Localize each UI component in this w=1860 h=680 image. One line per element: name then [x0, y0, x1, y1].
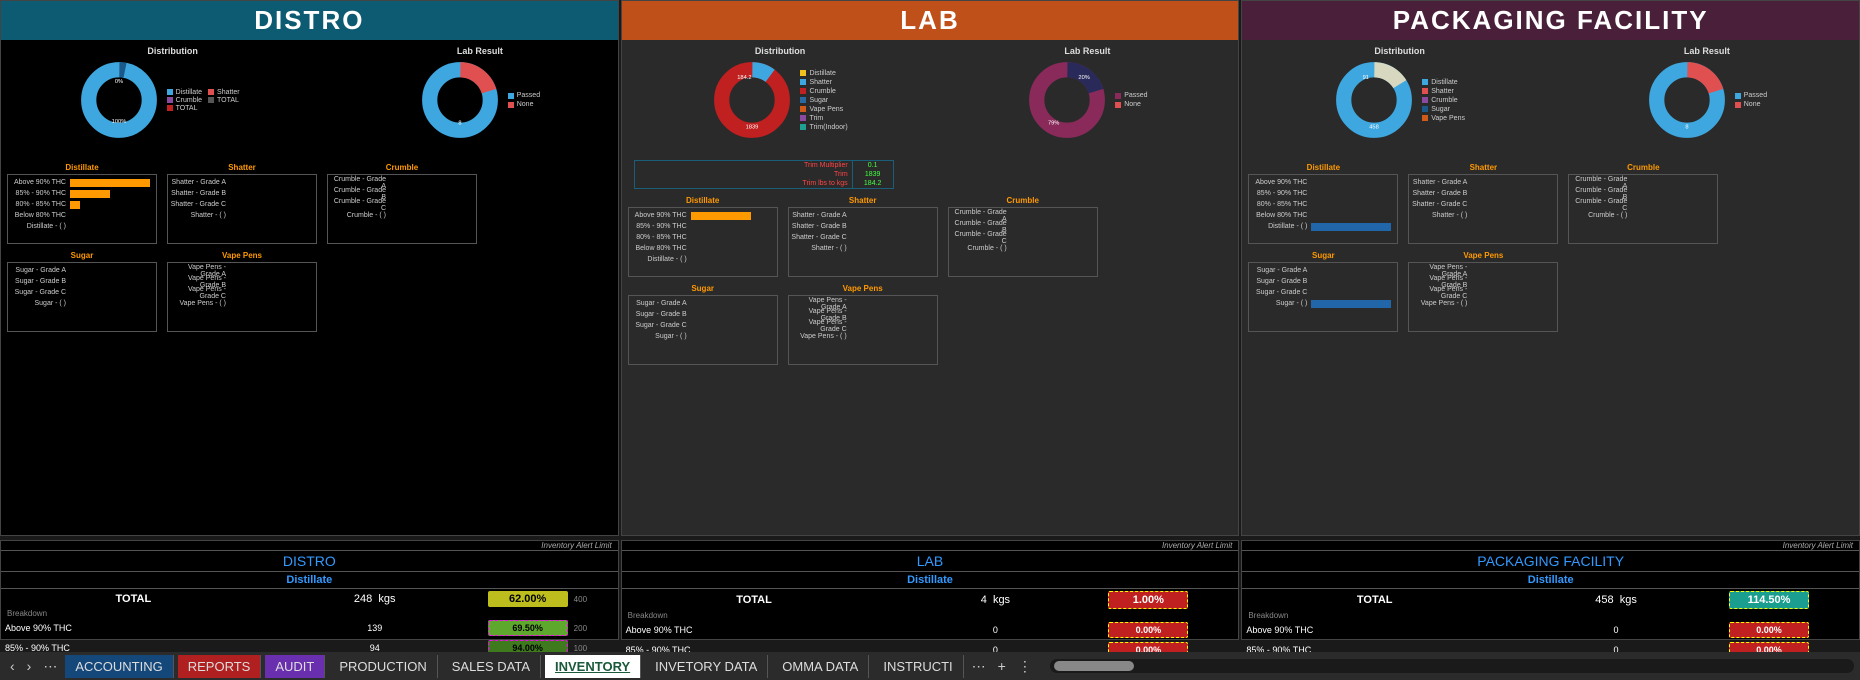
- svg-text:1839: 1839: [746, 125, 759, 131]
- svg-text:8: 8: [458, 121, 461, 127]
- svg-text:458: 458: [1369, 125, 1379, 131]
- donut-icon: 20% 79%: [1027, 60, 1107, 140]
- svg-text:0%: 0%: [114, 79, 122, 85]
- barchart-vapepens-pkg: Vape Pens Vape Pens - Grade A Vape Pens …: [1408, 262, 1558, 332]
- panel-lab: LAB Distribution 184.2 1839 Distillate: [621, 0, 1240, 536]
- tab-ommadata[interactable]: OMMA DATA: [772, 655, 869, 678]
- tab-production[interactable]: PRODUCTION: [329, 655, 437, 678]
- donut-icon: 91 458: [1334, 60, 1414, 140]
- tabs-overflow-icon[interactable]: ⋯: [968, 658, 990, 675]
- tab-inventorydata[interactable]: INVETORY DATA: [645, 655, 768, 678]
- tab-audit[interactable]: AUDIT: [265, 655, 325, 678]
- barchart-distillate: Distillate Above 90% THC 85% - 90% THC 8…: [7, 174, 157, 244]
- chart-labresult-lab: Lab Result 20% 79% Passed None: [1027, 46, 1147, 140]
- tab-reports[interactable]: REPORTS: [178, 655, 262, 678]
- nav-more-icon[interactable]: ⋯: [39, 658, 61, 675]
- donut-icon: 8: [1647, 60, 1727, 140]
- barchart-vapepens: Vape Pens Vape Pens - Grade A Vape Pens …: [167, 262, 317, 332]
- panel-title-distro: DISTRO: [1, 1, 618, 40]
- donut-icon: 0% 100%: [79, 60, 159, 140]
- horizontal-scrollbar[interactable]: [1050, 659, 1854, 673]
- barchart-crumble-pkg: Crumble Crumble - Grade A Crumble - Grad…: [1568, 174, 1718, 244]
- barchart-crumble-lab: Crumble Crumble - Grade A Crumble - Grad…: [948, 207, 1098, 277]
- panel-packaging: PACKAGING FACILITY Distribution 91 458 D…: [1241, 0, 1860, 536]
- barchart-shatter: Shatter Shatter - Grade A Shatter - Grad…: [167, 174, 317, 244]
- barchart-vapepens-lab: Vape Pens Vape Pens - Grade A Vape Pens …: [788, 295, 938, 365]
- chart-distribution-packaging: Distribution 91 458 Distillate Shatter C…: [1334, 46, 1465, 140]
- donut-icon: 184.2 1839: [712, 60, 792, 140]
- chart-distribution-distro: Distribution 0% 100% Distillate Shatter …: [79, 46, 267, 140]
- tab-instructions[interactable]: INSTRUCTI: [873, 655, 963, 678]
- chart-labresult-packaging: Lab Result 8 Passed None: [1647, 46, 1767, 140]
- dashboard-panels: DISTRO Distribution 0% 100% Distillate: [0, 0, 1860, 536]
- svg-text:91: 91: [1363, 75, 1369, 81]
- svg-text:184.2: 184.2: [738, 75, 752, 81]
- barchart-sugar-pkg: Sugar Sugar - Grade A Sugar - Grade B Su…: [1248, 262, 1398, 332]
- barchart-shatter-pkg: Shatter Shatter - Grade A Shatter - Grad…: [1408, 174, 1558, 244]
- summary-distro: Inventory Alert Limit DISTRO Distillate …: [0, 540, 619, 640]
- barchart-distillate-lab: Distillate Above 90% THC 85% - 90% THC 8…: [628, 207, 778, 277]
- tab-accounting[interactable]: ACCOUNTING: [65, 655, 173, 678]
- barchart-crumble: Crumble Crumble - Grade A Crumble - Grad…: [327, 174, 477, 244]
- svg-text:20%: 20%: [1079, 75, 1090, 81]
- nav-next-icon[interactable]: ›: [23, 658, 36, 674]
- chart-labresult-distro: Lab Result 8 Passed None: [420, 46, 540, 140]
- panel-title-packaging: PACKAGING FACILITY: [1242, 1, 1859, 40]
- sheet-tab-bar: ‹ › ⋯ ACCOUNTING REPORTS AUDIT PRODUCTIO…: [0, 652, 1860, 680]
- donut-icon: 8: [420, 60, 500, 140]
- panel-distro: DISTRO Distribution 0% 100% Distillate: [0, 0, 619, 536]
- svg-text:79%: 79%: [1048, 121, 1059, 127]
- svg-text:8: 8: [1685, 125, 1688, 131]
- summary-packaging: Inventory Alert Limit PACKAGING FACILITY…: [1241, 540, 1860, 640]
- tab-salesdata[interactable]: SALES DATA: [442, 655, 541, 678]
- summary-strip: Inventory Alert Limit DISTRO Distillate …: [0, 540, 1860, 640]
- chart-distribution-lab: Distribution 184.2 1839 Distillate Shatt…: [712, 46, 847, 140]
- nav-prev-icon[interactable]: ‹: [6, 658, 19, 674]
- add-sheet-icon[interactable]: +: [994, 658, 1010, 674]
- barchart-sugar: Sugar Sugar - Grade A Sugar - Grade B Su…: [7, 262, 157, 332]
- sheet-list-icon[interactable]: ⋮: [1014, 658, 1036, 675]
- barchart-shatter-lab: Shatter Shatter - Grade A Shatter - Grad…: [788, 207, 938, 277]
- tab-inventory[interactable]: INVENTORY: [545, 655, 641, 678]
- trim-multiplier-box: Trim Multiplier0.1 Trim1839 Trim lbs to …: [634, 160, 894, 189]
- summary-lab: Inventory Alert Limit LAB Distillate TOT…: [621, 540, 1240, 640]
- svg-text:100%: 100%: [111, 119, 126, 125]
- panel-title-lab: LAB: [622, 1, 1239, 40]
- barchart-distillate-pkg: Distillate Above 90% THC 85% - 90% THC 8…: [1248, 174, 1398, 244]
- barchart-sugar-lab: Sugar Sugar - Grade A Sugar - Grade B Su…: [628, 295, 778, 365]
